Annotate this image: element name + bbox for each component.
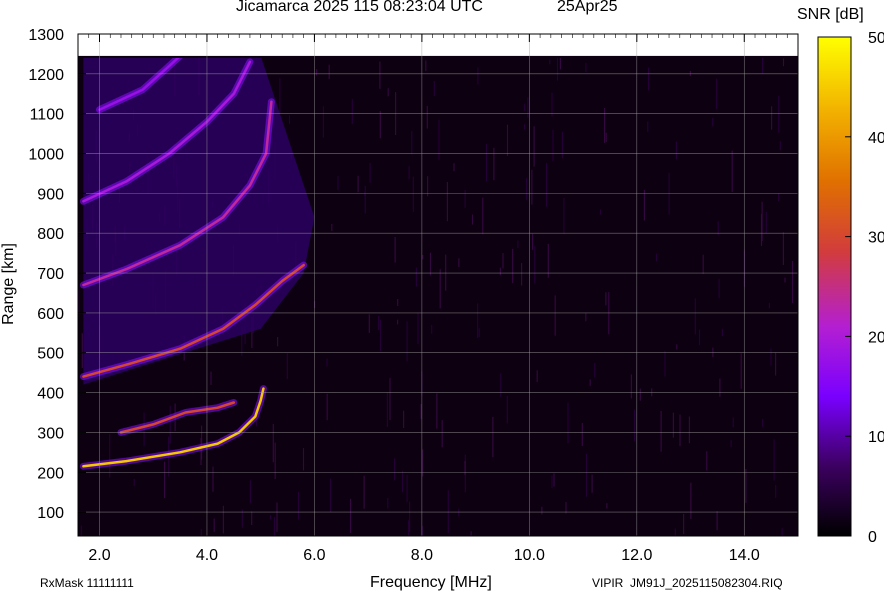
colorbar-label: SNR [dB] [797,6,864,23]
x-tick-label: 12.0 [621,547,652,564]
x-tick-label: 2.0 [88,547,110,564]
x-tick-label: 6.0 [303,547,325,564]
colorbar: 0 10 20 30 40 50 [817,30,884,546]
y-tick-label: 1100 [30,107,65,124]
y-tick-label: 1300 [28,27,64,44]
colorbar-tick-label: 30 [868,230,884,247]
x-tick-label: 8.0 [411,547,433,564]
colorbar-tick-label: 0 [868,529,877,546]
y-tick-label: 400 [37,386,64,403]
ionogram-plot: 2.0 4.0 6.0 8.0 10.0 12.0 14.0 100200300400500… [28,27,884,564]
y-axis: 100 200 300 400 500 600 700 800 900 1000 1100 1200 1… [28,27,86,522]
x-axis-label: Frequency [MHz] [370,574,492,591]
x-tick-label: 10.0 [514,547,545,564]
y-tick-label: 500 [37,346,64,363]
y-tick-label: 300 [37,425,64,442]
y-tick-label: 1200 [28,67,64,84]
colorbar-tick-label: 20 [868,329,884,346]
y-tick-label: 900 [37,186,64,203]
colorbar-tick-label: 50 [868,30,884,47]
rxmask-label: RxMask 11111111 [40,576,134,590]
colorbar-tick-label: 40 [868,130,884,147]
y-tick-label: 600 [37,306,64,323]
y-tick-label: 100 [37,505,64,522]
y-tick-label: 700 [37,266,64,283]
colorbar-gradient [817,36,852,537]
x-tick-label: 4.0 [196,547,218,564]
colorbar-tick-label: 10 [868,429,884,446]
no-data-band [78,34,798,56]
y-tick-label: 800 [37,226,64,243]
y-tick-label: 1000 [28,147,64,164]
y-tick-label: 200 [37,465,64,482]
y-axis-label: Range [km] [0,243,17,325]
x-tick-label: 14.0 [729,547,760,564]
file-label: VIPIR JM91J_2025115082304.RIQ [592,576,783,590]
